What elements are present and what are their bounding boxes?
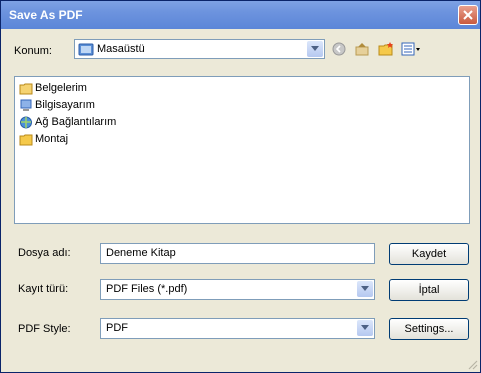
style-label: PDF Style: [18, 323, 71, 335]
window-title: Save As PDF [9, 8, 83, 22]
save-button[interactable]: Kaydet [389, 243, 469, 265]
view-menu-icon [401, 42, 420, 56]
folder-icon [19, 132, 33, 146]
location-label: Konum: [14, 45, 52, 57]
resize-grip-icon[interactable] [466, 358, 478, 370]
file-list[interactable]: Belgelerim Bilgisayarım Ağ Bağlantılarım… [14, 76, 470, 224]
list-item-my-computer[interactable]: Bilgisayarım [19, 97, 95, 113]
list-item-network-places[interactable]: Ağ Bağlantılarım [19, 114, 116, 130]
list-item-label: Ağ Bağlantılarım [35, 116, 117, 128]
chevron-down-icon [361, 286, 369, 291]
location-value: Masaüstü [97, 43, 145, 55]
up-folder-icon [355, 43, 369, 56]
filename-label: Dosya adı: [18, 247, 71, 259]
back-button[interactable] [329, 39, 349, 59]
list-item-label: Bilgisayarım [35, 99, 95, 111]
my-documents-icon [19, 81, 33, 95]
desktop-folder-icon [78, 42, 94, 60]
filetype-label: Kayıt türü: [18, 283, 69, 295]
pdf-style-dropdown-button[interactable] [357, 320, 373, 336]
save-as-pdf-dialog: Save As PDF Konum: Masaüstü Belgelerim B… [0, 0, 481, 373]
list-item-montaj[interactable]: Montaj [19, 131, 68, 147]
title-bar[interactable]: Save As PDF [1, 1, 480, 29]
chevron-down-icon [311, 46, 319, 51]
cancel-button[interactable]: İptal [389, 279, 469, 301]
chevron-down-icon [361, 325, 369, 330]
up-folder-button[interactable] [352, 39, 372, 59]
filetype-dropdown[interactable]: PDF Files (*.pdf) [100, 279, 375, 300]
network-places-icon [19, 115, 33, 129]
pdf-style-dropdown[interactable]: PDF [100, 318, 375, 339]
list-item-label: Belgelerim [35, 82, 87, 94]
filetype-dropdown-button[interactable] [357, 281, 373, 297]
filename-input[interactable]: Deneme Kitap [100, 243, 375, 264]
close-button[interactable] [458, 5, 478, 25]
view-menu-button[interactable] [399, 39, 423, 59]
list-item-my-documents[interactable]: Belgelerim [19, 80, 87, 96]
my-computer-icon [19, 98, 33, 112]
close-icon [463, 10, 473, 20]
location-dropdown-button[interactable] [307, 41, 323, 57]
location-dropdown[interactable]: Masaüstü [74, 39, 325, 59]
new-folder-button[interactable] [376, 39, 396, 59]
back-icon [332, 42, 346, 56]
settings-button[interactable]: Settings... [389, 318, 469, 340]
filetype-value: PDF Files (*.pdf) [106, 283, 188, 295]
list-item-label: Montaj [35, 133, 69, 145]
pdf-style-value: PDF [106, 322, 128, 334]
new-folder-icon [378, 42, 393, 56]
